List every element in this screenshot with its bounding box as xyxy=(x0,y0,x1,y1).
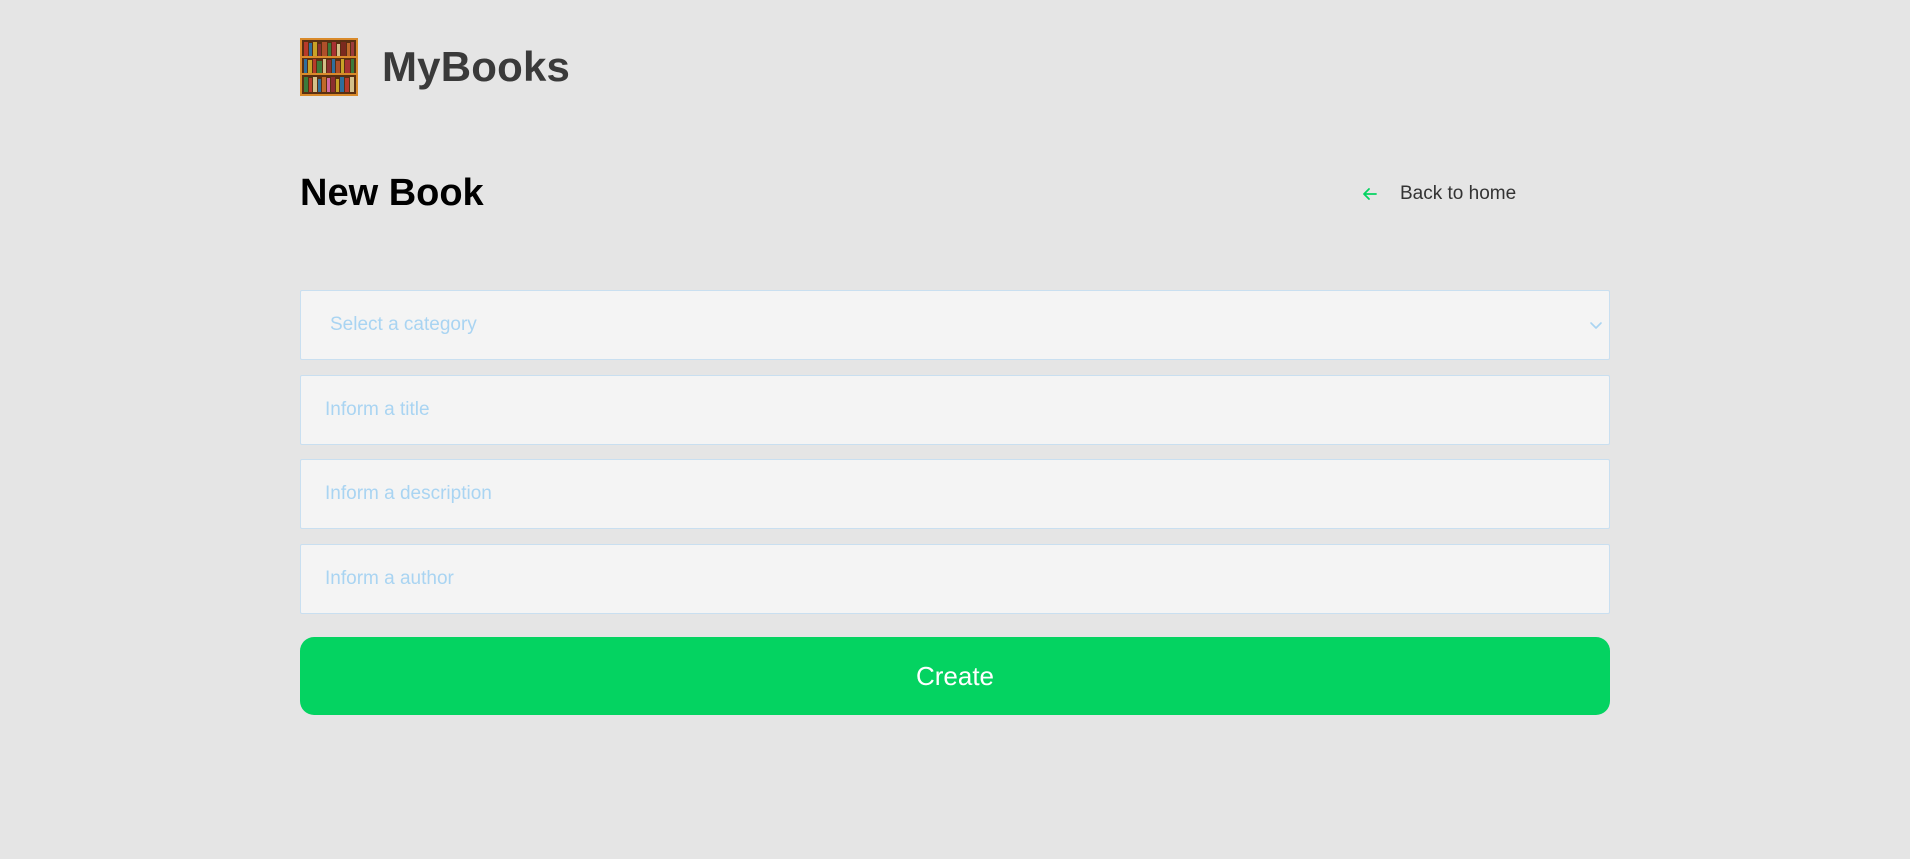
chevron-down-icon xyxy=(1590,322,1602,329)
author-input[interactable] xyxy=(301,545,1609,613)
title-field-wrapper xyxy=(300,375,1610,445)
description-input[interactable] xyxy=(301,460,1609,528)
back-to-home-label: Back to home xyxy=(1400,183,1517,204)
brand-name: MyBooks xyxy=(382,43,571,90)
category-select-placeholder: Select a category xyxy=(330,314,477,335)
brand-header[interactable]: MyBooks xyxy=(300,38,570,96)
back-to-home-link[interactable]: Back to home xyxy=(1360,183,1516,205)
bookshelf-icon xyxy=(300,38,358,96)
page-title: New Book xyxy=(300,172,484,214)
title-input[interactable] xyxy=(301,376,1609,444)
create-button[interactable]: Create xyxy=(300,637,1610,715)
arrow-left-icon xyxy=(1363,188,1377,200)
author-field-wrapper xyxy=(300,544,1610,614)
description-field-wrapper xyxy=(300,459,1610,529)
category-select[interactable]: Select a category xyxy=(300,290,1610,360)
